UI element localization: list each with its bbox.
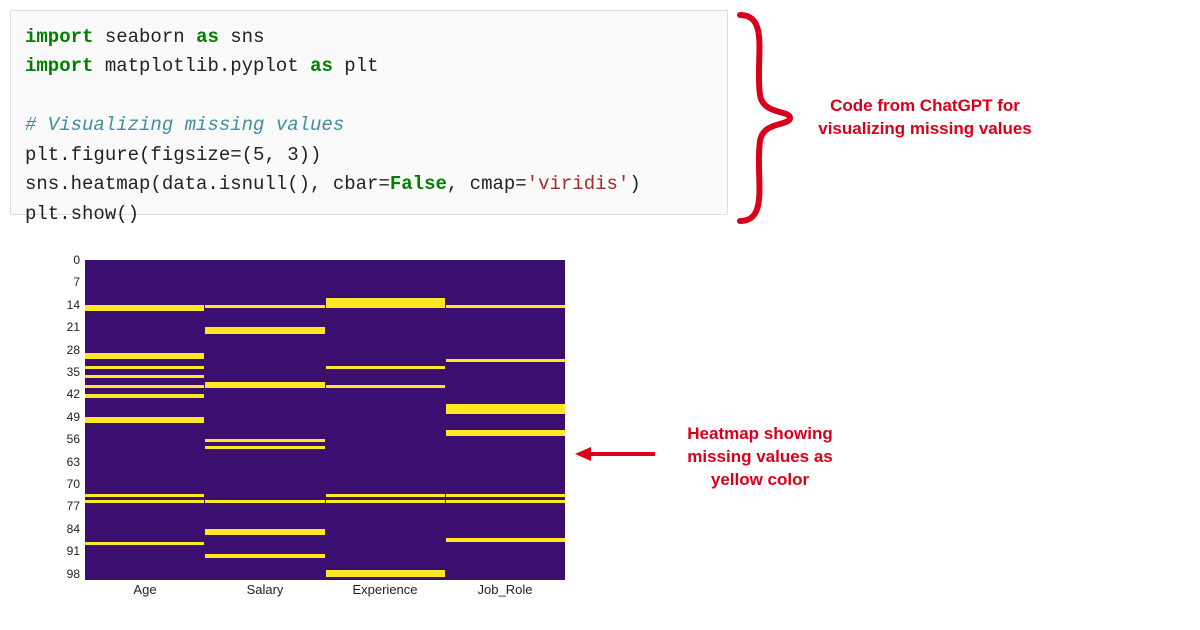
y-tick-label: 14 <box>50 298 80 312</box>
missing-cell <box>446 410 565 413</box>
heatmap-column <box>204 260 324 580</box>
missing-cell <box>85 394 204 397</box>
y-tick-label: 77 <box>50 499 80 513</box>
annotation-code: Code from ChatGPT for visualizing missin… <box>815 95 1035 141</box>
y-tick-label: 63 <box>50 455 80 469</box>
y-tick-label: 35 <box>50 365 80 379</box>
literal-false: False <box>390 173 447 195</box>
missing-cell <box>205 330 324 333</box>
missing-cell <box>85 494 204 497</box>
missing-cell <box>85 385 204 388</box>
missing-cell <box>205 446 324 449</box>
code-text: ) <box>629 173 640 195</box>
y-tick-label: 28 <box>50 343 80 357</box>
y-tick-label: 98 <box>50 567 80 581</box>
code-line-5: sns.heatmap(data.isnull(), cbar=False, c… <box>25 170 713 199</box>
missing-cell <box>205 532 324 535</box>
missing-cell <box>326 494 445 497</box>
missing-cell <box>85 308 204 311</box>
code-text: seaborn <box>105 26 185 48</box>
missing-cell <box>85 366 204 369</box>
missing-cell <box>446 359 565 362</box>
heatmap-column <box>445 260 565 580</box>
y-tick-label: 70 <box>50 477 80 491</box>
x-tick-label: Experience <box>325 582 445 602</box>
y-tick-label: 91 <box>50 544 80 558</box>
missing-cell <box>326 305 445 308</box>
missing-cell <box>85 542 204 545</box>
arrow-left-icon <box>575 444 655 464</box>
missing-cell <box>446 433 565 436</box>
curly-brace-icon <box>735 10 805 225</box>
x-tick-label: Salary <box>205 582 325 602</box>
missing-cell <box>326 574 445 577</box>
missing-cell <box>326 385 445 388</box>
code-text: , cmap= <box>447 173 527 195</box>
y-tick-label: 21 <box>50 320 80 334</box>
missing-cell <box>326 500 445 503</box>
missing-cell <box>205 500 324 503</box>
code-text: sns <box>230 26 264 48</box>
y-tick-label: 7 <box>50 275 80 289</box>
missing-cell <box>326 366 445 369</box>
code-block: import seaborn as sns import matplotlib.… <box>10 10 728 215</box>
x-tick-label: Job_Role <box>445 582 565 602</box>
missing-cell <box>85 375 204 378</box>
missing-cell <box>205 385 324 388</box>
keyword-import: import <box>25 26 93 48</box>
code-line-2: import matplotlib.pyplot as plt <box>25 52 713 81</box>
missing-cell <box>446 305 565 308</box>
code-line-4: plt.figure(figsize=(5, 3)) <box>25 141 713 170</box>
blank-line <box>25 82 713 111</box>
y-tick-label: 49 <box>50 410 80 424</box>
missing-cell <box>85 500 204 503</box>
heatmap-column <box>85 260 204 580</box>
missing-cell <box>205 305 324 308</box>
annotation-heatmap: Heatmap showing missing values as yellow… <box>660 423 860 492</box>
code-text: sns.heatmap(data.isnull(), cbar= <box>25 173 390 195</box>
missing-cell <box>85 356 204 359</box>
code-comment: # Visualizing missing values <box>25 111 713 140</box>
keyword-as: as <box>310 55 333 77</box>
missing-cell <box>205 439 324 442</box>
missing-cell <box>446 494 565 497</box>
y-axis-ticks: 0714212835424956637077849198 <box>50 260 82 580</box>
missing-cell <box>446 500 565 503</box>
missing-cell <box>205 554 324 557</box>
heatmap-column <box>325 260 445 580</box>
string-literal: 'viridis' <box>527 173 630 195</box>
y-tick-label: 42 <box>50 387 80 401</box>
missing-cell <box>85 420 204 423</box>
code-text: plt <box>344 55 378 77</box>
code-line-1: import seaborn as sns <box>25 23 713 52</box>
x-tick-label: Age <box>85 582 205 602</box>
keyword-as: as <box>196 26 219 48</box>
y-tick-label: 56 <box>50 432 80 446</box>
keyword-import: import <box>25 55 93 77</box>
heatmap-plot-area <box>85 260 565 580</box>
code-text: matplotlib.pyplot <box>105 55 299 77</box>
y-tick-label: 84 <box>50 522 80 536</box>
y-tick-label: 0 <box>50 253 80 267</box>
heatmap-chart: 0 7 14 21 28 35 42 49 56 63 70 77 84 91 98 AgeSalaryEx… <box>50 250 570 620</box>
x-axis-ticks: AgeSalaryExperienceJob_Role <box>85 582 565 602</box>
code-line-6: plt.show() <box>25 200 713 229</box>
missing-cell <box>446 538 565 541</box>
